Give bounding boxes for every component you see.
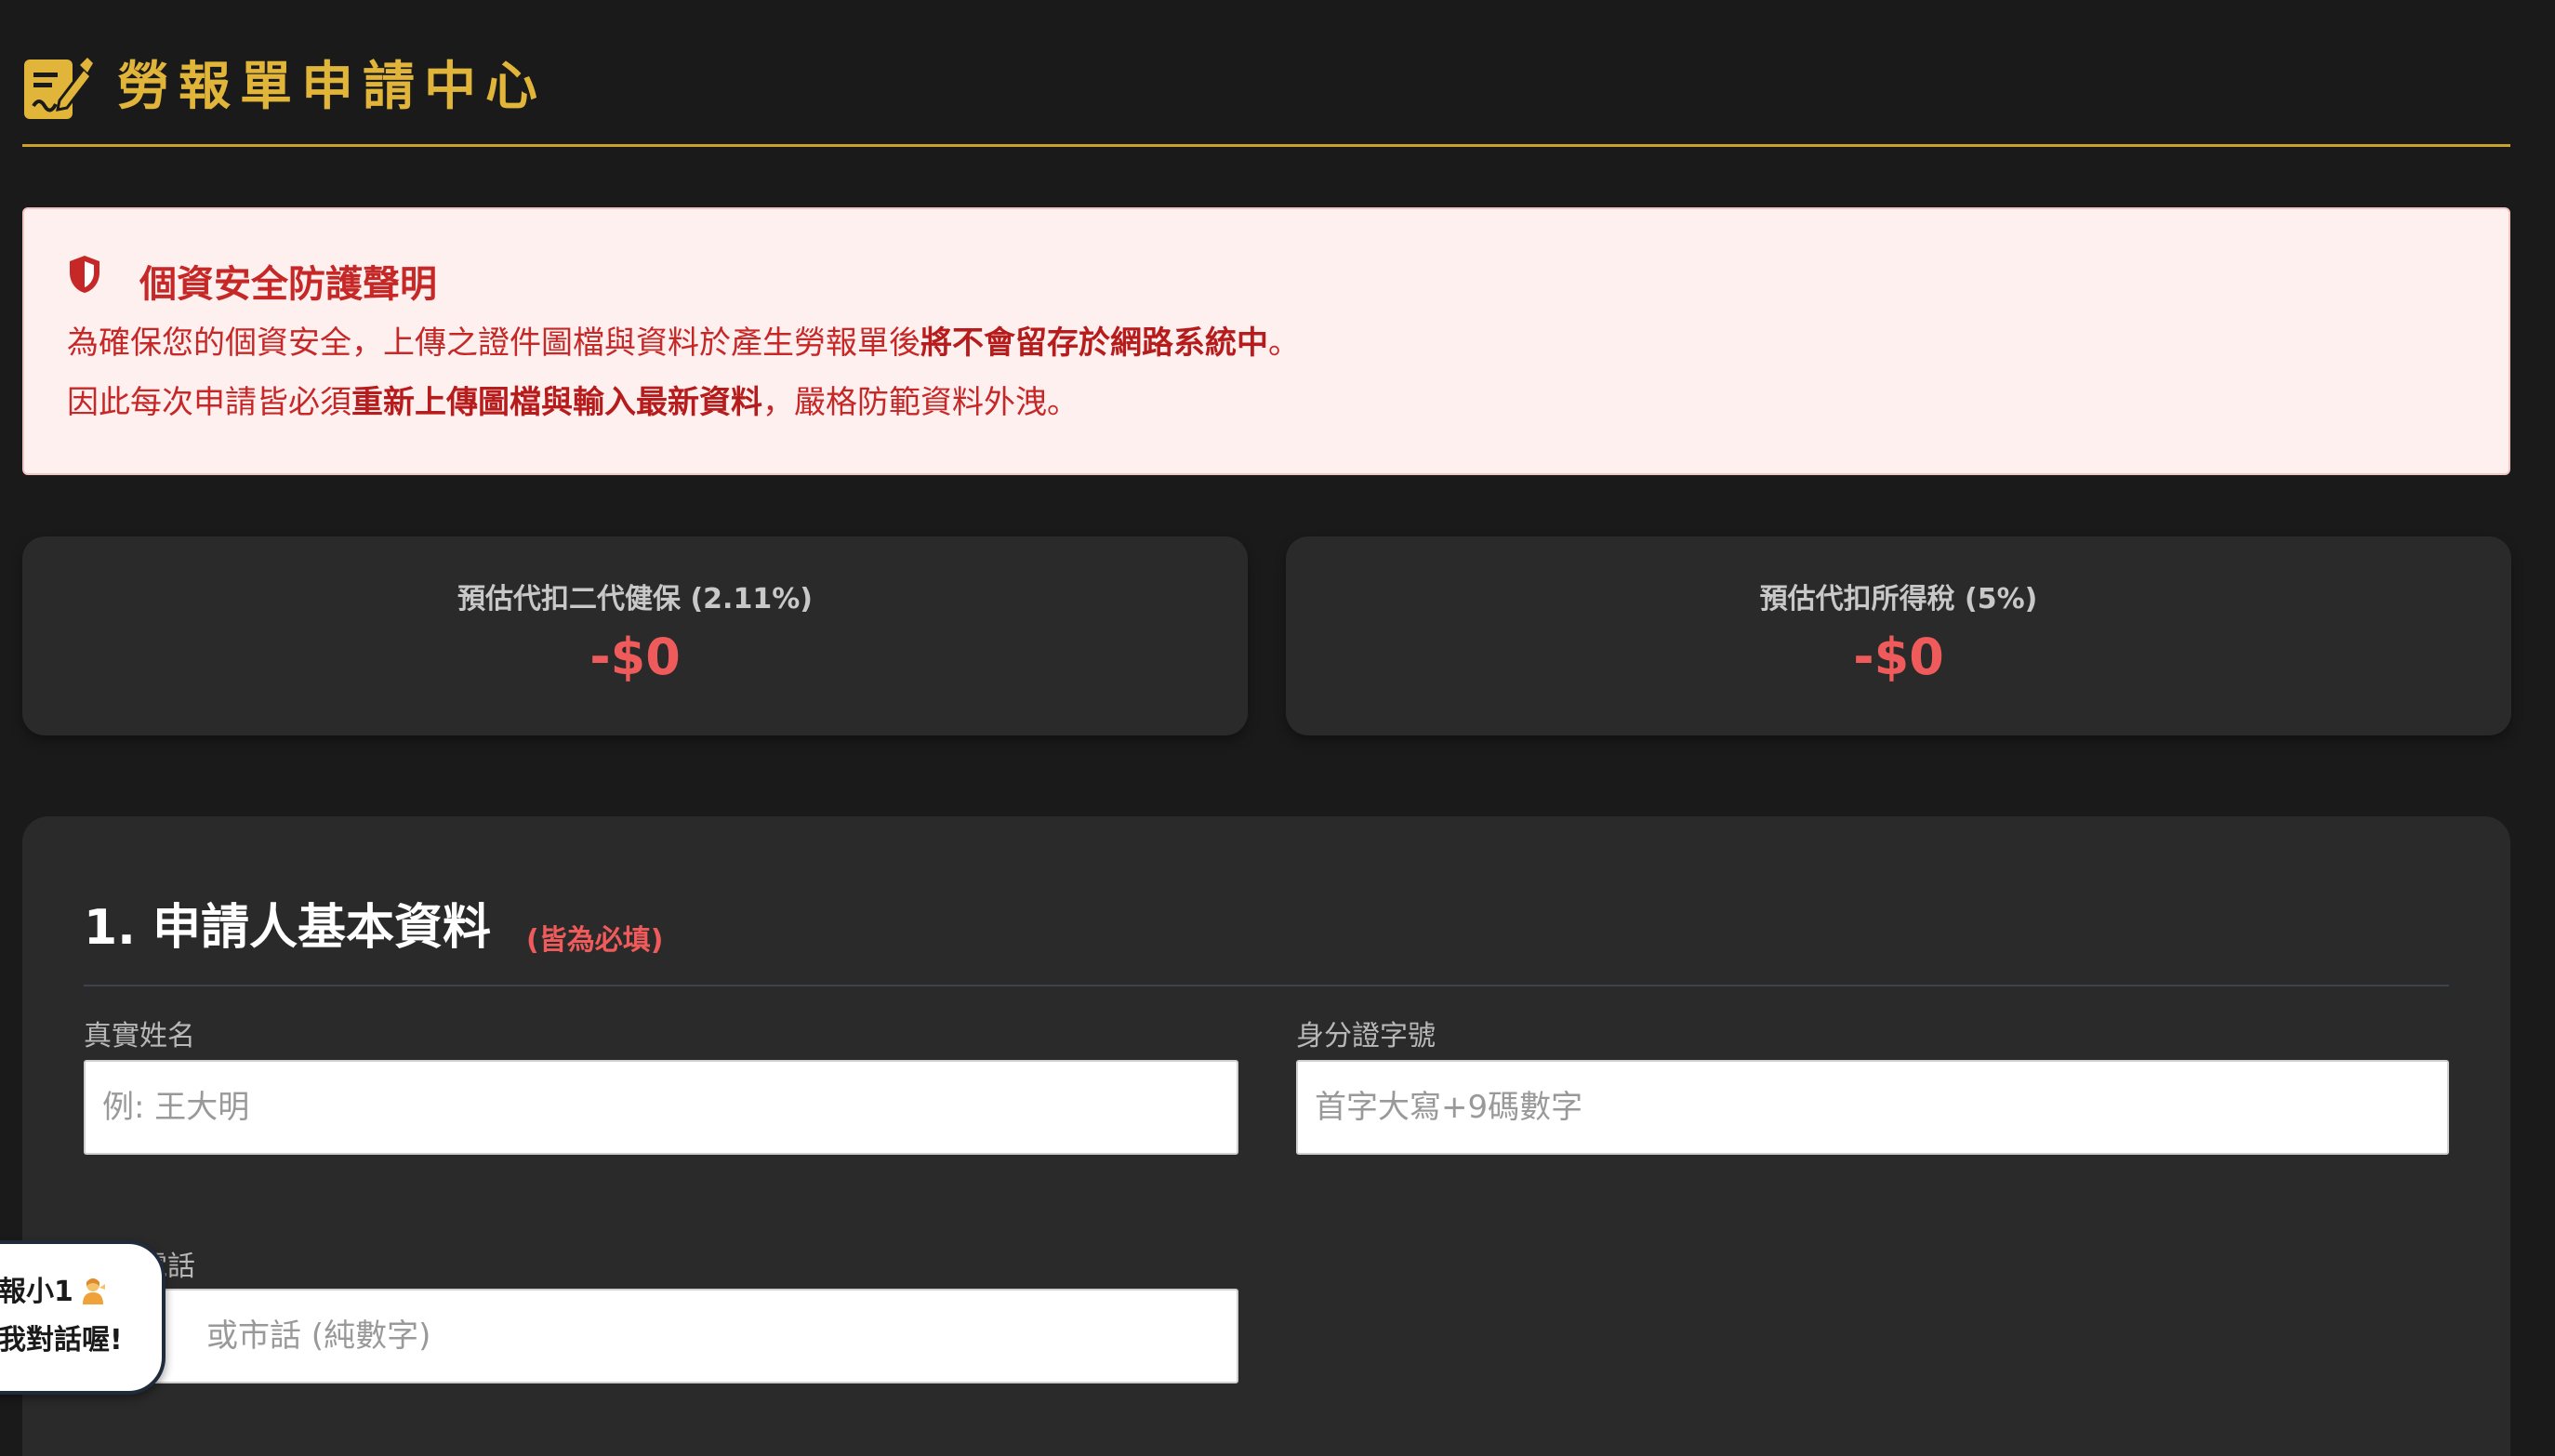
privacy-notice: 個資安全防護聲明 為確保您的個資安全，上傳之證件圖檔與資料於產生勞報單後將不會留… bbox=[22, 207, 2510, 475]
shield-icon bbox=[70, 256, 99, 293]
page-header: 勞報單申請中心 bbox=[22, 48, 2510, 147]
chat-assistant-bubble[interactable]: 報小1 我對話喔! bbox=[0, 1240, 165, 1395]
chat-line-1: 報小1 bbox=[0, 1268, 162, 1317]
stat-label: 預估代扣所得稅 (5%) bbox=[1759, 583, 2038, 615]
health-insurance-stat-card: 預估代扣二代健保 (2.11%) -$0 bbox=[22, 536, 1248, 735]
notice-title: 個資安全防護聲明 bbox=[139, 263, 437, 306]
page: 勞報單申請中心 個資安全防護聲明 為確保您的個資安全，上傳之證件圖檔與資料於產生… bbox=[0, 0, 2555, 1456]
notice-line-1-bold: 將不會留存於網路系統中 bbox=[920, 324, 1268, 362]
income-tax-stat-card: 預估代扣所得稅 (5%) -$0 bbox=[1286, 536, 2511, 735]
applicant-form-card: 1. 申請人基本資料 (皆為必填) 真實姓名 身分證字號 電話 bbox=[22, 816, 2510, 1456]
stat-label: 預估代扣二代健保 (2.11%) bbox=[457, 583, 813, 615]
id-number-label: 身分證字號 bbox=[1296, 1020, 1436, 1052]
person-emoji-icon bbox=[82, 1278, 105, 1304]
id-number-input[interactable] bbox=[1296, 1060, 2449, 1155]
name-input[interactable] bbox=[84, 1060, 1238, 1155]
notice-header: 個資安全防護聲明 bbox=[67, 248, 2466, 313]
name-label: 真實姓名 bbox=[84, 1020, 195, 1052]
notice-line-2: 因此每次申請皆必須重新上傳圖檔與輸入最新資料，嚴格防範資料外洩。 bbox=[67, 373, 2466, 432]
chat-line-2: 我對話喔! bbox=[0, 1324, 123, 1357]
required-note: (皆為必填) bbox=[526, 924, 664, 957]
stat-value: -$0 bbox=[589, 628, 681, 686]
phone-input[interactable] bbox=[84, 1289, 1238, 1383]
notice-line-2-end: ，嚴格防範資料外洩。 bbox=[762, 384, 1079, 421]
section-title: 1. 申請人基本資料 bbox=[84, 900, 492, 956]
stat-value: -$0 bbox=[1853, 628, 1944, 686]
notice-line-1-end: 。 bbox=[1268, 324, 1300, 362]
page-title: 勞報單申請中心 bbox=[117, 57, 547, 117]
notice-line-1-text: 為確保您的個資安全，上傳之證件圖檔與資料於產生勞報單後 bbox=[67, 324, 920, 362]
notice-line-1: 為確保您的個資安全，上傳之證件圖檔與資料於產生勞報單後將不會留存於網路系統中。 bbox=[67, 313, 2466, 373]
edit-document-icon bbox=[24, 58, 93, 119]
notice-line-2-bold: 重新上傳圖檔與輸入最新資料 bbox=[351, 384, 762, 421]
chat-line-1-text: 報小1 bbox=[0, 1276, 73, 1308]
notice-line-2-text: 因此每次申請皆必須 bbox=[67, 384, 351, 421]
section-header: 1. 申請人基本資料 (皆為必填) bbox=[84, 881, 2449, 986]
